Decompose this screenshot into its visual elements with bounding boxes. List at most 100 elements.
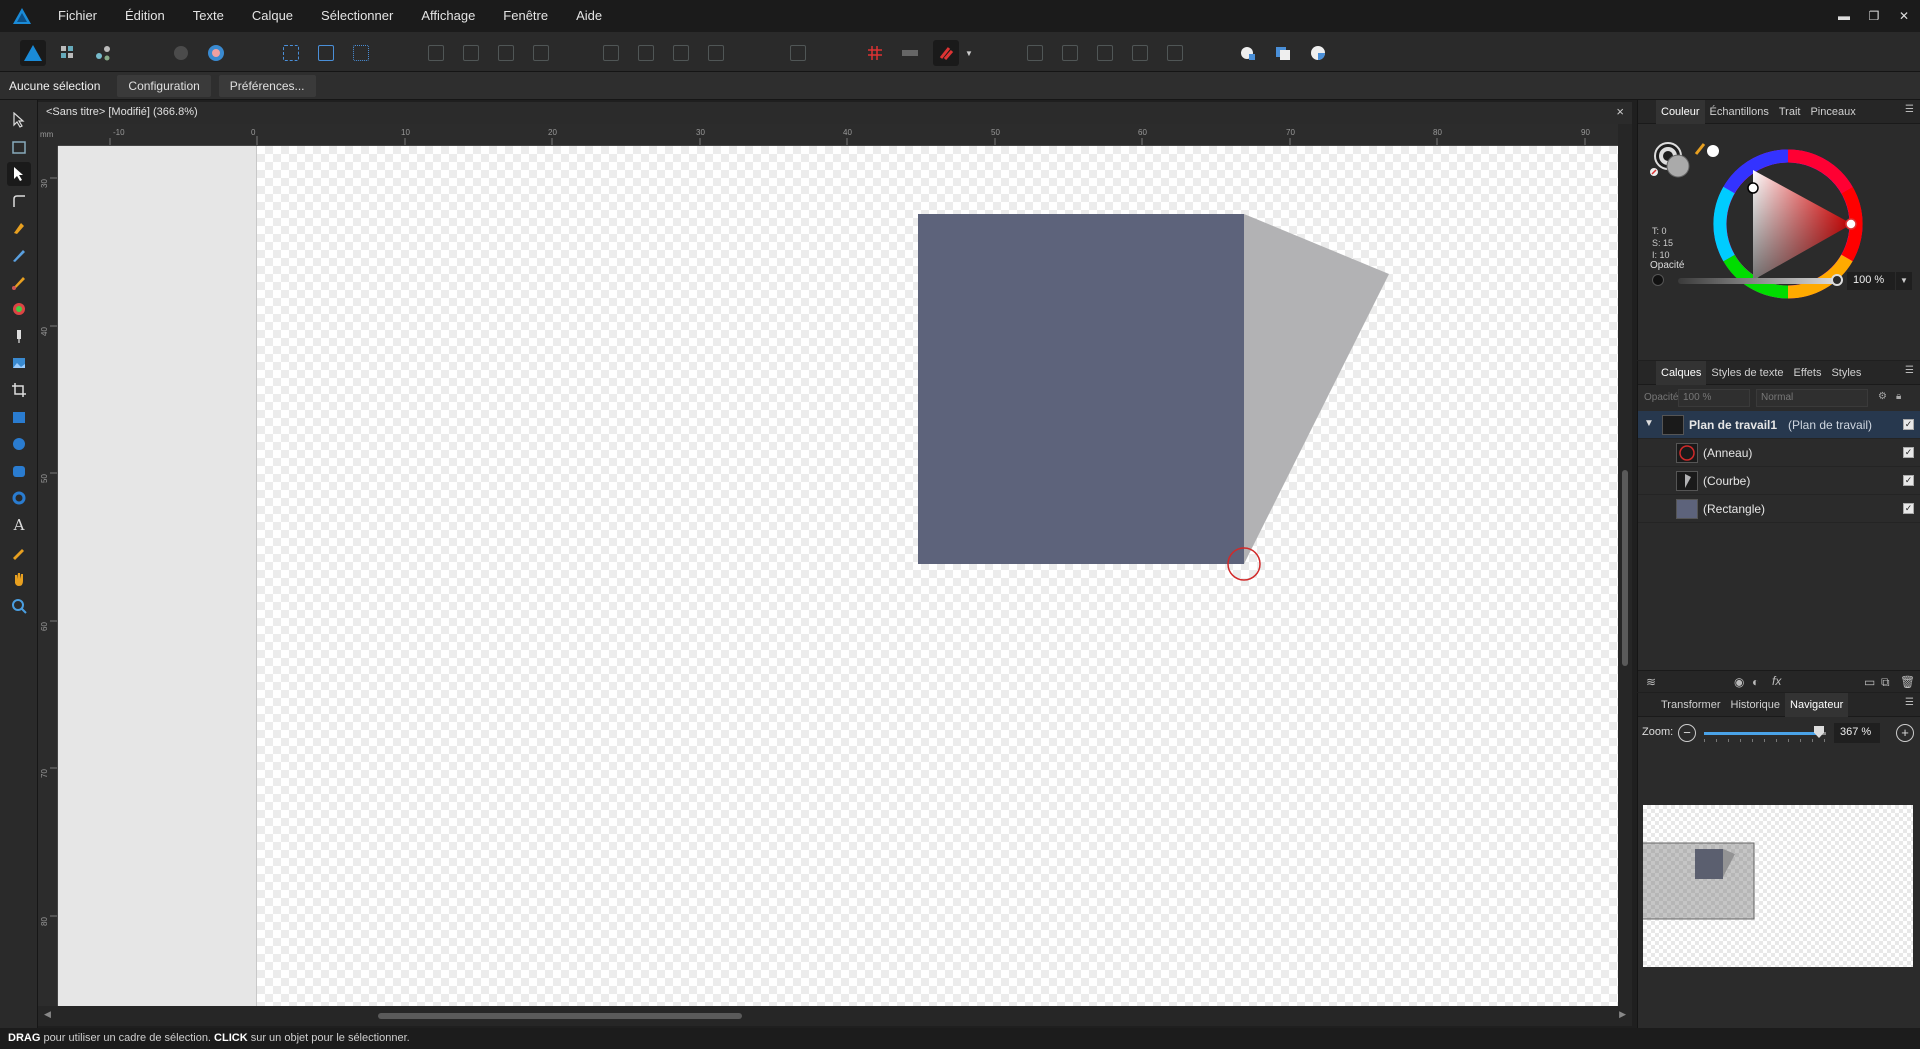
layer-row-artboard[interactable]: ▼ Plan de travail1 (Plan de travail) ✓ <box>1638 411 1920 439</box>
restore-icon[interactable]: ❐ <box>1866 8 1882 24</box>
move-tool-icon[interactable] <box>7 108 31 132</box>
menu-fenetre[interactable]: Fenêtre <box>489 0 562 32</box>
place-image-tool-icon[interactable] <box>7 351 31 375</box>
export-persona-icon[interactable] <box>90 40 116 66</box>
pixel-persona-icon[interactable] <box>55 40 81 66</box>
layer-row-curve[interactable]: (Courbe) ✓ <box>1638 467 1920 495</box>
layer-visibility-checkbox[interactable]: ✓ <box>1903 419 1914 430</box>
tab-navigateur[interactable]: Navigateur <box>1785 692 1849 717</box>
snapping-magnet-icon[interactable] <box>933 40 959 66</box>
minimize-icon[interactable]: ▬ <box>1836 8 1852 24</box>
tab-styles-de-texte[interactable]: Styles de texte <box>1706 361 1788 385</box>
tab-couleur[interactable]: Couleur <box>1656 99 1705 124</box>
opacity-slider-knob[interactable] <box>1831 274 1843 286</box>
zoom-value-field[interactable]: 367 % <box>1834 723 1880 743</box>
rectangle-shape[interactable] <box>918 214 1244 564</box>
opacity-value-field[interactable]: 100 % <box>1847 272 1895 290</box>
menu-calque[interactable]: Calque <box>238 0 307 32</box>
ellipse-tool-icon[interactable] <box>7 432 31 456</box>
opacity-dropdown-icon[interactable]: ▼ <box>1896 272 1912 290</box>
vertical-scroll-thumb[interactable] <box>1622 470 1628 666</box>
artboard-tool-icon[interactable] <box>7 135 31 159</box>
scroll-right-icon[interactable]: ▶ <box>1619 1009 1626 1020</box>
opacity-slider[interactable] <box>1678 278 1836 284</box>
layer-row-rectangle[interactable]: (Rectangle) ✓ <box>1638 495 1920 523</box>
arrange-back-icon[interactable] <box>423 40 449 66</box>
arrange-forward-icon[interactable] <box>493 40 519 66</box>
scroll-left-icon[interactable]: ◀ <box>44 1009 51 1020</box>
align-dropdown-icon[interactable] <box>778 40 818 66</box>
vertical-scrollbar[interactable] <box>1618 124 1632 1006</box>
effects-fx-icon[interactable]: fx <box>1772 674 1781 688</box>
layer-visibility-checkbox[interactable]: ✓ <box>1903 503 1914 514</box>
duplicate-layer-icon[interactable]: ⧉ <box>1881 675 1890 690</box>
crop-tool-icon[interactable] <box>7 378 31 402</box>
transparency-tool-icon[interactable] <box>7 324 31 348</box>
designer-persona-icon[interactable] <box>20 40 46 66</box>
boolean-divide-icon[interactable] <box>1162 40 1188 66</box>
snap-nodes-icon[interactable] <box>348 40 374 66</box>
color-picker-tool-icon[interactable] <box>7 540 31 564</box>
panel-menu-icon[interactable]: ☰ <box>1905 104 1914 115</box>
menu-aide[interactable]: Aide <box>562 0 616 32</box>
rectangle-tool-icon[interactable] <box>7 405 31 429</box>
insert-front-icon[interactable] <box>1305 40 1331 66</box>
document-close-icon[interactable]: × <box>1616 104 1624 119</box>
delete-layer-icon[interactable]: 🗑︎ <box>1900 675 1915 689</box>
assistant-icon[interactable] <box>203 40 229 66</box>
tab-calques[interactable]: Calques <box>1656 360 1707 385</box>
menu-fichier[interactable]: Fichier <box>44 0 111 32</box>
node-tool-icon[interactable] <box>7 162 31 186</box>
artboard-canvas[interactable] <box>257 146 1618 1006</box>
guides-icon[interactable] <box>897 40 923 66</box>
layer-settings-gear-icon[interactable]: ⚙ <box>1878 391 1887 402</box>
affinity-designer-logo-icon[interactable] <box>0 0 44 32</box>
arrange-icon[interactable] <box>168 40 194 66</box>
layer-stack-icon[interactable]: ≋ <box>1646 675 1656 689</box>
arrange-backward-icon[interactable] <box>458 40 484 66</box>
boolean-add-icon[interactable] <box>1022 40 1048 66</box>
zoom-in-icon[interactable]: + <box>1896 724 1914 742</box>
layer-lock-icon[interactable]: 🔒︎ <box>1896 391 1901 402</box>
snap-grid-icon[interactable] <box>278 40 304 66</box>
layer-row-ring[interactable]: (Anneau) ✓ <box>1638 439 1920 467</box>
snap-bounds-icon[interactable] <box>313 40 339 66</box>
expand-arrow-icon[interactable]: ▼ <box>1644 418 1654 429</box>
adjustment-icon[interactable]: ◐ <box>1752 675 1759 689</box>
text-tool-icon[interactable]: A <box>7 513 31 537</box>
document-tab[interactable]: <Sans titre> [Modifié] (366.8%) × <box>38 102 1632 124</box>
layer-visibility-checkbox[interactable]: ✓ <box>1903 475 1914 486</box>
rotate-right-icon[interactable] <box>703 40 729 66</box>
panel-menu-icon[interactable]: ☰ <box>1905 697 1914 708</box>
tab-transformer[interactable]: Transformer <box>1656 693 1726 717</box>
corner-tool-icon[interactable] <box>7 189 31 213</box>
horizontal-scroll-thumb[interactable] <box>378 1013 742 1019</box>
insert-behind-icon[interactable] <box>1270 40 1296 66</box>
rotate-left-icon[interactable] <box>668 40 694 66</box>
horizontal-scrollbar[interactable]: ◀ ▶ <box>38 1006 1632 1026</box>
vector-brush-tool-icon[interactable] <box>7 270 31 294</box>
menu-affichage[interactable]: Affichage <box>407 0 489 32</box>
tab-trait[interactable]: Trait <box>1774 100 1806 124</box>
layer-visibility-checkbox[interactable]: ✓ <box>1903 447 1914 458</box>
tab-echantillons[interactable]: Échantillons <box>1705 100 1774 124</box>
tab-styles[interactable]: Styles <box>1826 361 1866 385</box>
panel-menu-icon[interactable]: ☰ <box>1905 365 1914 376</box>
menu-selectionner[interactable]: Sélectionner <box>307 0 407 32</box>
tab-pinceaux[interactable]: Pinceaux <box>1805 100 1860 124</box>
zoom-tool-icon[interactable] <box>7 594 31 618</box>
boolean-subtract-icon[interactable] <box>1057 40 1083 66</box>
snapping-dropdown-icon[interactable]: ▼ <box>962 40 976 66</box>
menu-edition[interactable]: Édition <box>111 0 179 32</box>
mask-icon[interactable]: ◉ <box>1734 675 1744 689</box>
close-icon[interactable]: ✕ <box>1896 8 1912 24</box>
boolean-xor-icon[interactable] <box>1127 40 1153 66</box>
zoom-slider-track[interactable] <box>1704 732 1820 735</box>
boolean-intersect-icon[interactable] <box>1092 40 1118 66</box>
flip-horizontal-icon[interactable] <box>598 40 624 66</box>
grid-toggle-icon[interactable] <box>862 40 888 66</box>
layer-opacity-field[interactable]: 100 % <box>1678 389 1750 407</box>
preferences-button[interactable]: Préférences... <box>218 74 316 97</box>
configuration-button[interactable]: Configuration <box>117 74 211 97</box>
curve-shape[interactable] <box>1244 214 1389 564</box>
